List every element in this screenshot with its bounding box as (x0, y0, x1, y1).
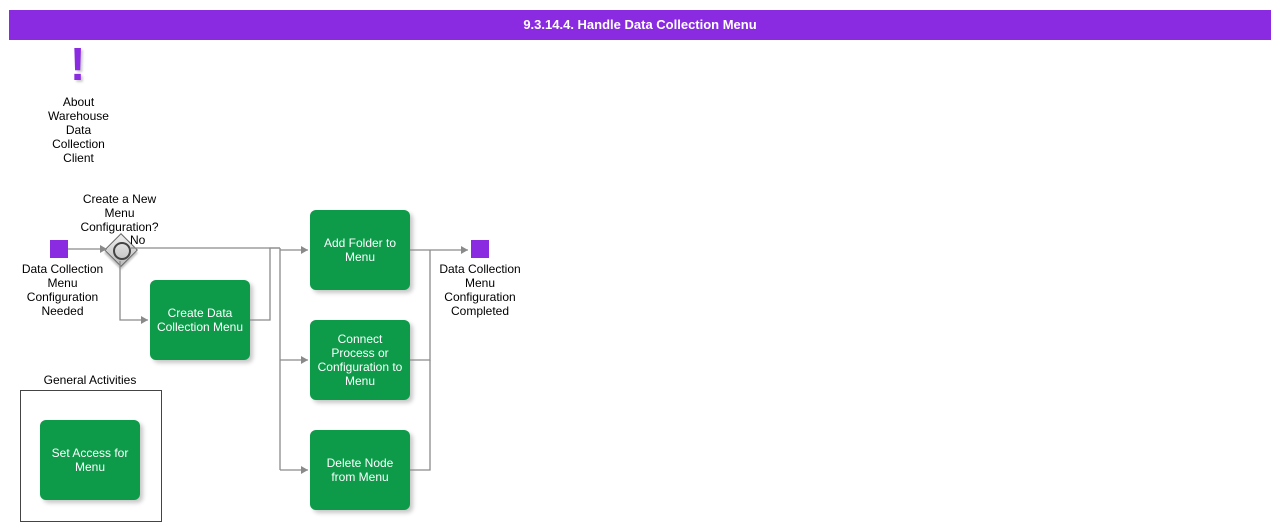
gateway-no-label: No (130, 233, 145, 247)
start-event (50, 240, 68, 258)
start-event-label: Data Collection Menu Configuration Neede… (20, 262, 105, 318)
end-event-label: Data Collection Menu Configuration Compl… (435, 262, 525, 318)
edges-layer (0, 0, 1280, 530)
task-delete-node: Delete Node from Menu (310, 430, 410, 510)
task-connect-process: Connect Process or Configuration to Menu (310, 320, 410, 400)
diagram-canvas: 9.3.14.4. Handle Data Collection Menu ! … (0, 0, 1280, 530)
exclamation-icon: ! (70, 46, 85, 82)
task-add-folder: Add Folder to Menu (310, 210, 410, 290)
annotation-label: About Warehouse Data Collection Client (46, 95, 111, 165)
general-activities-title: General Activities (20, 373, 160, 387)
gateway-inclusive-icon (113, 242, 131, 260)
task-create-menu: Create Data Collection Menu (150, 280, 250, 360)
task-set-access: Set Access for Menu (40, 420, 140, 500)
diagram-title-bar: 9.3.14.4. Handle Data Collection Menu (9, 10, 1271, 40)
end-event (471, 240, 489, 258)
gateway-label: Create a New Menu Configuration? (77, 192, 162, 234)
